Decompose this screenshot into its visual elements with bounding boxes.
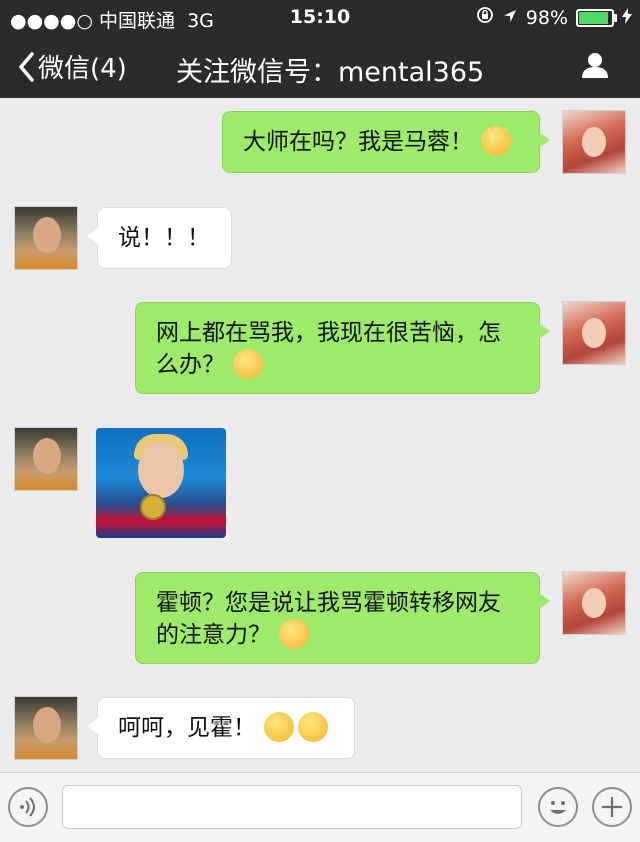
status-right: 98% (476, 6, 632, 29)
person-icon (582, 53, 608, 78)
back-button[interactable]: 微信(4) (18, 48, 127, 85)
navigation-bar: 微信(4) 关注微信号：mental365 (0, 34, 640, 98)
avatar[interactable] (14, 696, 78, 760)
chevron-left-icon (19, 51, 34, 82)
location-arrow-icon (502, 7, 518, 29)
plus-icon (602, 797, 622, 817)
contact-info-button[interactable] (580, 50, 610, 80)
swimmer-photo[interactable] (96, 428, 226, 538)
smiling-emoji-icon (264, 711, 294, 742)
shocked-emoji-icon (279, 618, 309, 649)
message-input[interactable] (62, 785, 522, 829)
avatar[interactable] (14, 427, 78, 491)
laughing-emoji-icon (233, 348, 263, 379)
avatar[interactable] (14, 206, 78, 270)
message-text: 呵呵，见霍！ (118, 715, 256, 741)
rotation-lock-icon (476, 6, 494, 29)
more-button[interactable] (592, 787, 632, 827)
smiley-face-icon (550, 801, 566, 814)
message-bubble[interactable]: 霍顿？您是说让我骂霍顿转移网友的注意力？ (135, 572, 550, 664)
message-text: 网上都在骂我，我现在很苦恼，怎么办？ (156, 320, 501, 378)
battery-percent: 98% (525, 6, 568, 29)
message-text: 大师在吗？我是马蓉！ (243, 129, 473, 155)
smiling-emoji-icon (298, 711, 328, 742)
grinning-emoji-icon (481, 125, 511, 156)
message-bubble[interactable]: 大师在吗？我是马蓉！ (222, 111, 550, 173)
voice-icon (20, 797, 35, 817)
message-bubble[interactable]: 呵呵，见霍！ (87, 697, 355, 759)
message-bubble[interactable]: 网上都在骂我，我现在很苦恼，怎么办？ (135, 302, 550, 394)
avatar[interactable] (562, 571, 626, 635)
message-text: 霍顿？您是说让我骂霍顿转移网友的注意力？ (156, 590, 501, 648)
avatar[interactable] (562, 110, 626, 174)
avatar[interactable] (562, 301, 626, 365)
status-bar: ●●●●○ 中国联通 3G 15:10 98% (0, 0, 640, 34)
message-text: 说！！！ (118, 225, 210, 251)
battery-icon (576, 8, 617, 27)
chat-area[interactable]: 大师在吗？我是马蓉！ 说！！！ 网上都在骂我，我现在很苦恼，怎么办？ 霍顿？您是… (0, 98, 640, 772)
emoji-button[interactable] (538, 787, 578, 827)
voice-button[interactable] (8, 787, 48, 827)
back-label: 微信(4) (38, 54, 127, 84)
charging-icon (622, 7, 632, 29)
message-bubble[interactable]: 说！！！ (87, 207, 232, 269)
page-title: 关注微信号：mental365 (176, 57, 485, 88)
input-bar (0, 772, 640, 842)
